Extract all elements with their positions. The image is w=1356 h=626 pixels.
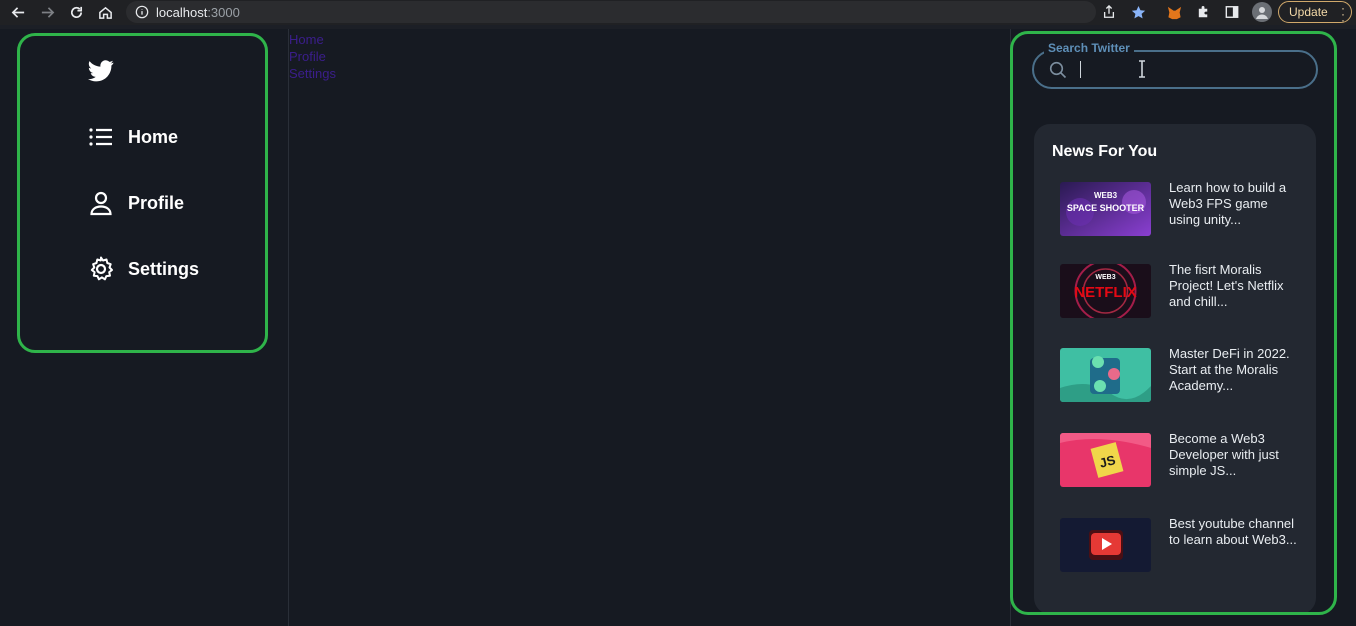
side-panel-button[interactable] [1224, 4, 1240, 20]
profile-avatar[interactable] [1252, 2, 1272, 22]
avatar-icon [1256, 7, 1268, 19]
back-button[interactable] [7, 1, 29, 23]
star-icon [1131, 5, 1145, 18]
home-icon [98, 6, 112, 19]
center-left-divider [288, 29, 289, 626]
update-label: Update [1289, 5, 1328, 19]
reload-icon [70, 6, 82, 18]
reload-button[interactable] [65, 1, 87, 23]
fox-icon [1167, 6, 1181, 19]
share-icon [1103, 5, 1115, 18]
bookmark-button[interactable] [1130, 4, 1146, 20]
highlight-box-left [17, 33, 268, 353]
update-button[interactable]: Update · · · [1278, 1, 1352, 26]
arrow-left-icon [11, 6, 24, 18]
address-bar[interactable]: localhost:3000 [126, 1, 1096, 23]
side-panel-icon [1225, 6, 1239, 18]
link-settings[interactable]: Settings [289, 65, 336, 82]
extensions-button[interactable] [1195, 4, 1211, 20]
arrow-right-icon [41, 6, 54, 18]
highlight-box-right [1010, 31, 1337, 615]
info-icon[interactable] [135, 5, 149, 19]
url-text: localhost:3000 [156, 4, 240, 20]
share-button[interactable] [1101, 4, 1117, 20]
browser-toolbar: localhost:3000 Update · · · [0, 0, 1356, 26]
center-links: Home Profile Settings [289, 31, 336, 82]
link-home[interactable]: Home [289, 31, 336, 48]
forward-button[interactable] [36, 1, 58, 23]
puzzle-icon [1198, 5, 1207, 17]
link-profile[interactable]: Profile [289, 48, 336, 65]
more-vertical-icon[interactable]: · · · [1341, 2, 1345, 26]
metamask-extension[interactable] [1166, 4, 1182, 20]
home-button[interactable] [94, 1, 116, 23]
